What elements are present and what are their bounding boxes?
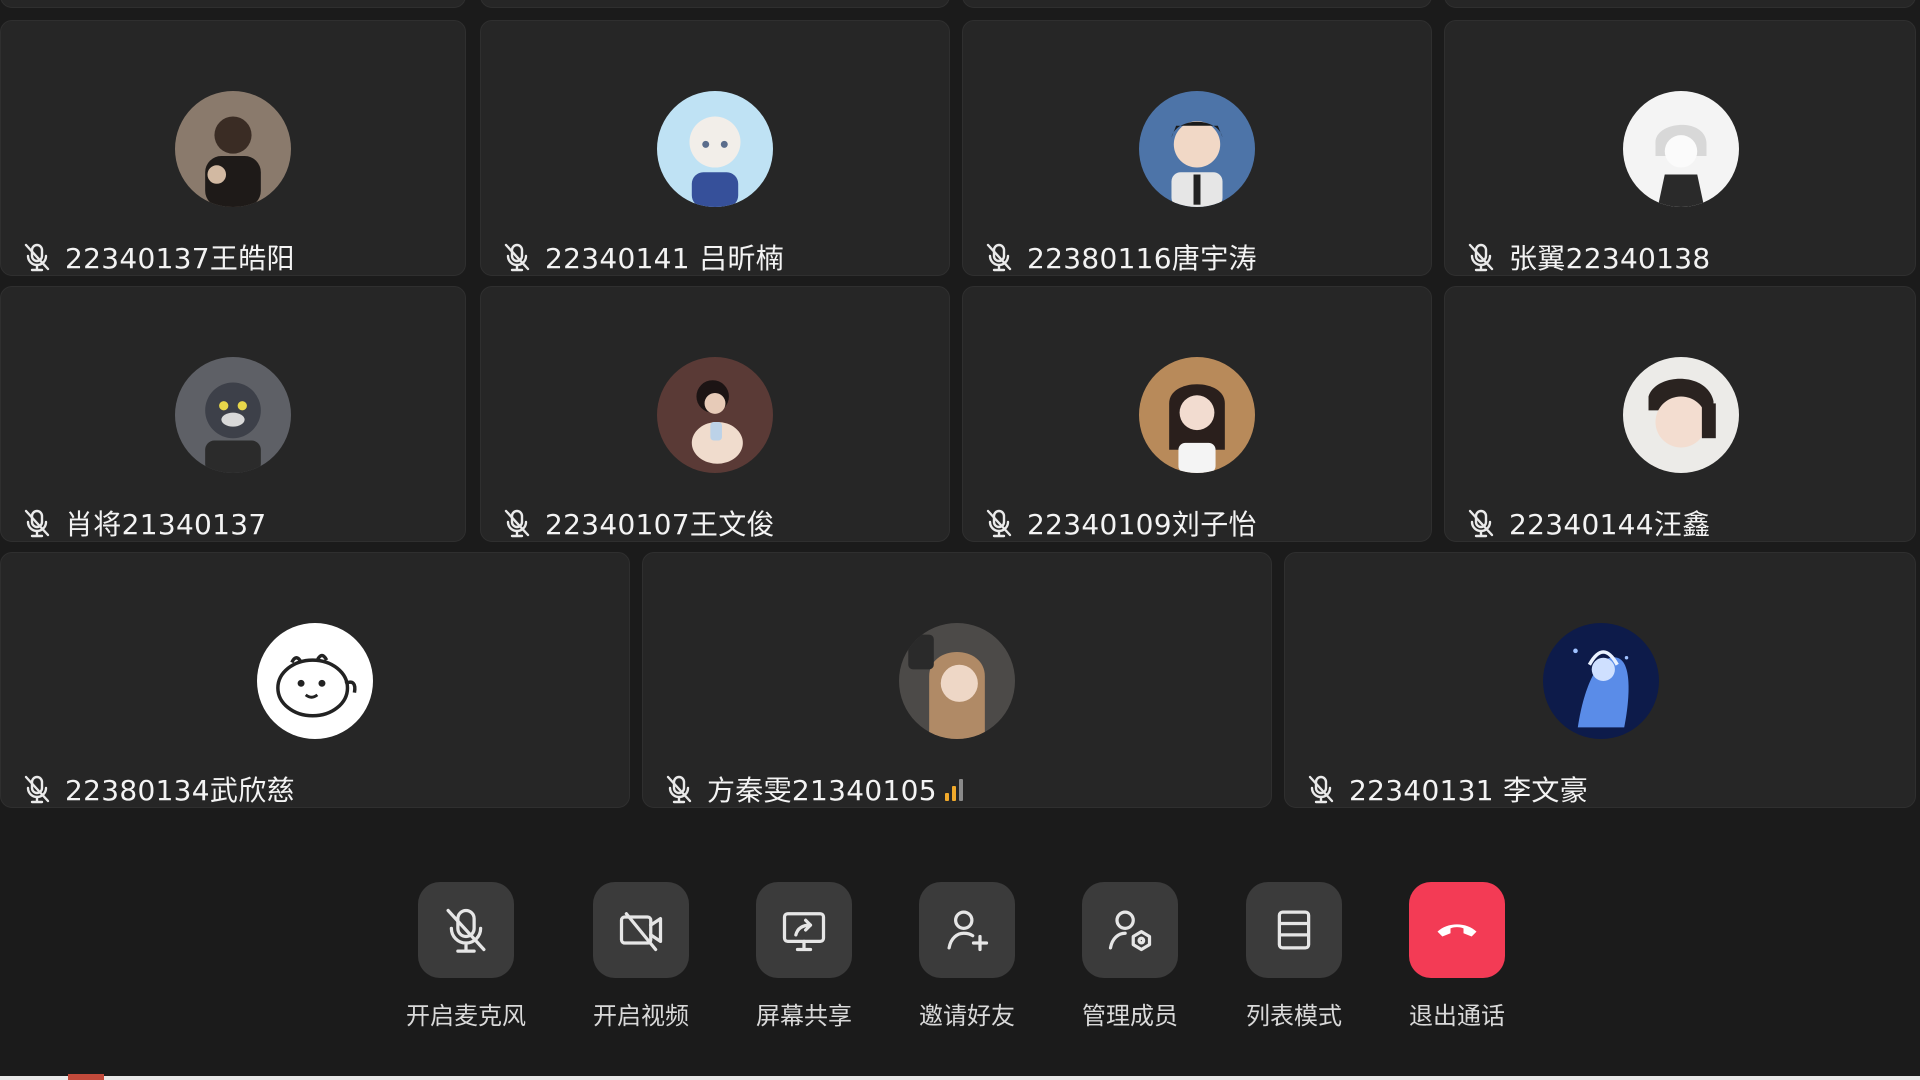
manage-members-button[interactable] xyxy=(1082,882,1178,978)
participant-tile-partial xyxy=(0,0,466,8)
exit-call-control[interactable]: 退出通话 xyxy=(1387,882,1527,1031)
participant-namebar: 22380116唐宇涛 xyxy=(983,235,1257,279)
camera-off-icon xyxy=(619,912,663,952)
manage-members-label: 管理成员 xyxy=(1082,1002,1178,1030)
mic-toggle-button[interactable] xyxy=(418,882,514,978)
video-toggle-button[interactable] xyxy=(593,882,689,978)
participant-tile[interactable]: 22340137王皓阳 xyxy=(0,20,466,276)
participant-tile-partial xyxy=(1444,0,1916,8)
participant-namebar: 22340131 李文豪 xyxy=(1305,767,1588,811)
participant-name: 22380116唐宇涛 xyxy=(1027,242,1257,275)
participant-tile[interactable]: 22380134武欣慈 xyxy=(0,552,630,808)
participant-namebar: 22340137王皓阳 xyxy=(21,235,295,279)
avatar xyxy=(1623,357,1739,473)
add-user-icon xyxy=(947,910,989,952)
mic-off-icon xyxy=(501,507,533,539)
participant-name: 肖将21340137 xyxy=(65,508,267,541)
avatar xyxy=(175,91,291,207)
video-toggle-control[interactable]: 开启视频 xyxy=(571,882,711,1031)
avatar xyxy=(1139,357,1255,473)
mic-toggle-control[interactable]: 开启麦克风 xyxy=(396,882,536,1031)
participant-tile[interactable]: 22340109刘子怡 xyxy=(962,286,1432,542)
participant-tile[interactable]: 张翼22340138 xyxy=(1444,20,1916,276)
video-toggle-label: 开启视频 xyxy=(593,1002,689,1030)
avatar xyxy=(257,623,373,739)
participant-namebar: 22340107王文俊 xyxy=(501,501,775,545)
taskbar-edge xyxy=(0,1076,1920,1080)
participant-name: 方秦雯21340105 xyxy=(707,774,937,807)
participant-namebar: 22380134武欣慈 xyxy=(21,767,295,811)
participant-namebar: 22340109刘子怡 xyxy=(983,501,1257,545)
manage-members-control[interactable]: 管理成员 xyxy=(1060,882,1200,1031)
invite-friend-button[interactable] xyxy=(919,882,1015,978)
avatar xyxy=(1139,91,1255,207)
participant-namebar: 22340141 吕昕楠 xyxy=(501,235,784,279)
mic-off-icon xyxy=(21,773,53,805)
list-mode-control[interactable]: 列表模式 xyxy=(1224,882,1364,1031)
screen-share-button[interactable] xyxy=(756,882,852,978)
call-window: 22340137王皓阳 22340141 吕昕楠 22380116唐宇涛 张翼2… xyxy=(0,0,1920,1080)
participant-name: 22380134武欣慈 xyxy=(65,774,295,807)
participant-name: 22340107王文俊 xyxy=(545,508,775,541)
participant-namebar: 方秦雯21340105 xyxy=(663,767,963,811)
taskbar-edge-mark xyxy=(68,1074,104,1080)
avatar xyxy=(899,623,1015,739)
mic-off-icon xyxy=(663,773,695,805)
call-control-bar: 开启麦克风 开启视频 屏幕共享 邀请好友 管理成员 列表模式 退出通话 xyxy=(0,882,1920,1042)
exit-call-button[interactable] xyxy=(1409,882,1505,978)
participant-name: 22340137王皓阳 xyxy=(65,242,295,275)
participant-tile[interactable]: 方秦雯21340105 xyxy=(642,552,1272,808)
participant-namebar: 张翼22340138 xyxy=(1465,235,1711,279)
participant-tile-partial xyxy=(962,0,1432,8)
mic-off-icon xyxy=(21,507,53,539)
mic-off-icon xyxy=(446,908,486,953)
screen-share-control[interactable]: 屏幕共享 xyxy=(734,882,874,1031)
participant-tile[interactable]: 22340144汪鑫 xyxy=(1444,286,1916,542)
participant-name: 张翼22340138 xyxy=(1509,242,1711,275)
participant-tile[interactable]: 肖将21340137 xyxy=(0,286,466,542)
avatar xyxy=(657,91,773,207)
avatar xyxy=(1623,91,1739,207)
exit-call-label: 退出通话 xyxy=(1409,1002,1505,1030)
screen-share-icon xyxy=(782,912,826,952)
mic-off-icon xyxy=(501,241,533,273)
participant-tile-partial xyxy=(480,0,950,8)
mic-off-icon xyxy=(1305,773,1337,805)
avatar xyxy=(657,357,773,473)
participant-namebar: 肖将21340137 xyxy=(21,501,267,545)
mic-off-icon xyxy=(983,507,1015,539)
participant-name: 22340109刘子怡 xyxy=(1027,508,1257,541)
participant-name: 22340144汪鑫 xyxy=(1509,508,1711,541)
participant-tile[interactable]: 22340107王文俊 xyxy=(480,286,950,542)
manage-members-icon xyxy=(1108,910,1152,952)
invite-friend-label: 邀请好友 xyxy=(919,1002,1015,1030)
avatar xyxy=(1543,623,1659,739)
mic-off-icon xyxy=(1465,507,1497,539)
signal-bars-icon xyxy=(944,777,963,801)
participant-tile[interactable]: 22380116唐宇涛 xyxy=(962,20,1432,276)
participant-tile[interactable]: 22340131 李文豪 xyxy=(1284,552,1916,808)
list-mode-button[interactable] xyxy=(1246,882,1342,978)
avatar xyxy=(175,357,291,473)
mic-off-icon xyxy=(21,241,53,273)
mic-off-icon xyxy=(983,241,1015,273)
participant-name: 22340141 吕昕楠 xyxy=(545,242,785,275)
mic-toggle-label: 开启麦克风 xyxy=(406,1002,526,1030)
participant-tile[interactable]: 22340141 吕昕楠 xyxy=(480,20,950,276)
participant-namebar: 22340144汪鑫 xyxy=(1465,501,1711,545)
mic-off-icon xyxy=(1465,241,1497,273)
hang-up-icon xyxy=(1437,924,1477,937)
list-layout-icon xyxy=(1277,910,1311,950)
list-mode-label: 列表模式 xyxy=(1246,1002,1342,1030)
participant-name: 22340131 李文豪 xyxy=(1349,774,1589,807)
invite-friend-control[interactable]: 邀请好友 xyxy=(897,882,1037,1031)
screen-share-label: 屏幕共享 xyxy=(756,1002,852,1030)
